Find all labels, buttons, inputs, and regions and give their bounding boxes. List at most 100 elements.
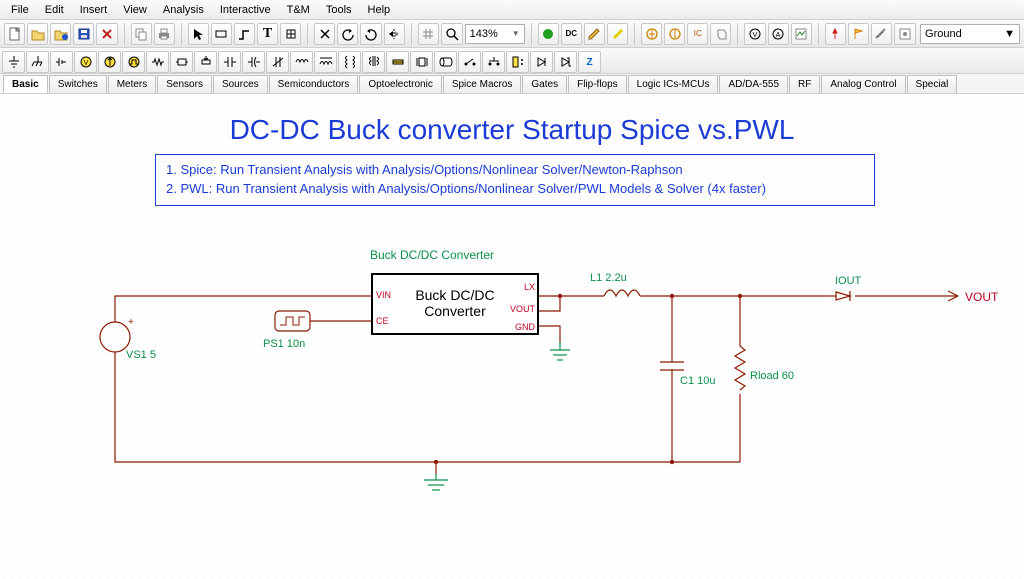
tab-logic-ics[interactable]: Logic ICs-MCUs — [628, 75, 719, 93]
palette-relay[interactable] — [506, 51, 529, 73]
tab-flip-flops[interactable]: Flip-flops — [568, 75, 627, 93]
tab-meters[interactable]: Meters — [108, 75, 157, 93]
tab-rf[interactable]: RF — [789, 75, 820, 93]
tab-ad-da[interactable]: AD/DA-555 — [719, 75, 788, 93]
tab-semiconductors[interactable]: Semiconductors — [269, 75, 359, 93]
tab-optoelectronic[interactable]: Optoelectronic — [359, 75, 441, 93]
palette-switch[interactable] — [458, 51, 481, 73]
palette-pulse-source[interactable] — [122, 51, 145, 73]
schematic-canvas[interactable]: DC-DC Buck converter Startup Spice vs.PW… — [0, 94, 1024, 579]
palette-transformer[interactable] — [338, 51, 361, 73]
palette-potentiometer[interactable] — [194, 51, 217, 73]
new-button[interactable] — [4, 23, 25, 45]
palette-pushbutton[interactable] — [482, 51, 505, 73]
menu-file[interactable]: File — [4, 2, 36, 18]
open-examples-button[interactable] — [50, 23, 71, 45]
palette-zener[interactable] — [554, 51, 577, 73]
palette-chassis-ground[interactable] — [26, 51, 49, 73]
pencil-tool[interactable] — [584, 23, 605, 45]
palette-vsource[interactable]: V — [74, 51, 97, 73]
run-button[interactable] — [538, 23, 559, 45]
text-tool[interactable]: T — [257, 23, 278, 45]
component-rload[interactable]: Rload 60 — [735, 346, 794, 390]
component-iout[interactable]: IOUT — [835, 275, 862, 301]
menu-interactive[interactable]: Interactive — [213, 2, 278, 18]
palette-resistor[interactable] — [146, 51, 169, 73]
measure-button[interactable] — [871, 23, 892, 45]
palette-capacitor-pol[interactable] — [242, 51, 265, 73]
palette-capacitor[interactable] — [218, 51, 241, 73]
tab-sources[interactable]: Sources — [213, 75, 268, 93]
dc-analysis-button[interactable]: DC — [561, 23, 582, 45]
menu-tm[interactable]: T&M — [280, 2, 317, 18]
palette-crystal[interactable] — [410, 51, 433, 73]
tab-sensors[interactable]: Sensors — [157, 75, 212, 93]
component-vs1[interactable]: + VS1 5 — [100, 317, 156, 361]
open-button[interactable] — [27, 23, 48, 45]
palette-z-block[interactable]: Z — [578, 51, 601, 73]
menu-tools[interactable]: Tools — [319, 2, 359, 18]
tab-special[interactable]: Special — [907, 75, 958, 93]
palette-fuse[interactable] — [386, 51, 409, 73]
last-component-tool[interactable] — [211, 23, 232, 45]
tab-analog-control[interactable]: Analog Control — [821, 75, 905, 93]
probe-ic-button[interactable]: IC — [687, 23, 708, 45]
palette-transformer-ct[interactable] — [362, 51, 385, 73]
mirror-button[interactable] — [384, 23, 405, 45]
scope-current-button[interactable]: A — [768, 23, 789, 45]
palette-inductor[interactable] — [290, 51, 313, 73]
wire[interactable] — [538, 296, 560, 311]
pin-button[interactable] — [825, 23, 846, 45]
menu-analysis[interactable]: Analysis — [156, 2, 211, 18]
wire[interactable] — [538, 326, 560, 342]
save-button[interactable] — [73, 23, 94, 45]
copy-button[interactable] — [131, 23, 152, 45]
ground-selector[interactable]: Ground ▼ — [920, 24, 1020, 44]
zoom-level-field[interactable]: 143% ▼ — [465, 24, 525, 44]
wire-tool[interactable] — [234, 23, 255, 45]
menu-view[interactable]: View — [116, 2, 154, 18]
component-l1[interactable]: L1 2.2u — [590, 272, 640, 296]
palette-battery[interactable] — [50, 51, 73, 73]
tab-gates[interactable]: Gates — [522, 75, 567, 93]
ground-symbol-main[interactable] — [424, 474, 448, 490]
tab-basic[interactable]: Basic — [3, 75, 48, 93]
palette-tline[interactable] — [434, 51, 457, 73]
palette-isource[interactable] — [98, 51, 121, 73]
rotate-left-button[interactable] — [337, 23, 358, 45]
ground-symbol-block[interactable] — [550, 342, 570, 360]
tab-switches[interactable]: Switches — [49, 75, 107, 93]
highlight-tool[interactable] — [607, 23, 628, 45]
menu-help[interactable]: Help — [361, 2, 398, 18]
scope-voltage-button[interactable]: V — [744, 23, 765, 45]
rotate-right-button[interactable] — [360, 23, 381, 45]
wire[interactable] — [115, 296, 372, 322]
component-buck-block[interactable]: Buck DC/DC Converter Buck DC/DC Converte… — [370, 248, 538, 334]
close-button[interactable] — [96, 23, 117, 45]
zoom-tool[interactable] — [441, 23, 463, 45]
terminal-vout[interactable]: VOUT — [948, 290, 999, 304]
palette-resistor-eu[interactable] — [170, 51, 193, 73]
menu-edit[interactable]: Edit — [38, 2, 71, 18]
schematic-settings-button[interactable] — [894, 23, 916, 45]
menu-insert[interactable]: Insert — [73, 2, 115, 18]
print-button[interactable] — [154, 23, 175, 45]
pointer-tool[interactable] — [188, 23, 209, 45]
probe-current-button[interactable] — [664, 23, 685, 45]
insert-macro-tool[interactable] — [280, 23, 301, 45]
flag-button[interactable] — [848, 23, 869, 45]
grid-toggle[interactable] — [418, 23, 439, 45]
ground-label: Ground — [925, 28, 962, 40]
palette-ground[interactable] — [2, 51, 25, 73]
component-ps1[interactable]: PS1 10n — [263, 311, 310, 350]
probe-voltage-button[interactable] — [641, 23, 662, 45]
tab-spice-macros[interactable]: Spice Macros — [443, 75, 522, 93]
wire[interactable] — [115, 352, 436, 462]
component-c1[interactable]: C1 10u — [660, 354, 715, 387]
analysis-options-button[interactable] — [791, 23, 812, 45]
palette-inductor-core[interactable] — [314, 51, 337, 73]
palette-diode[interactable] — [530, 51, 553, 73]
delete-tool[interactable] — [314, 23, 335, 45]
toggle-3d-button[interactable] — [710, 23, 731, 45]
palette-capacitor-var[interactable] — [266, 51, 289, 73]
